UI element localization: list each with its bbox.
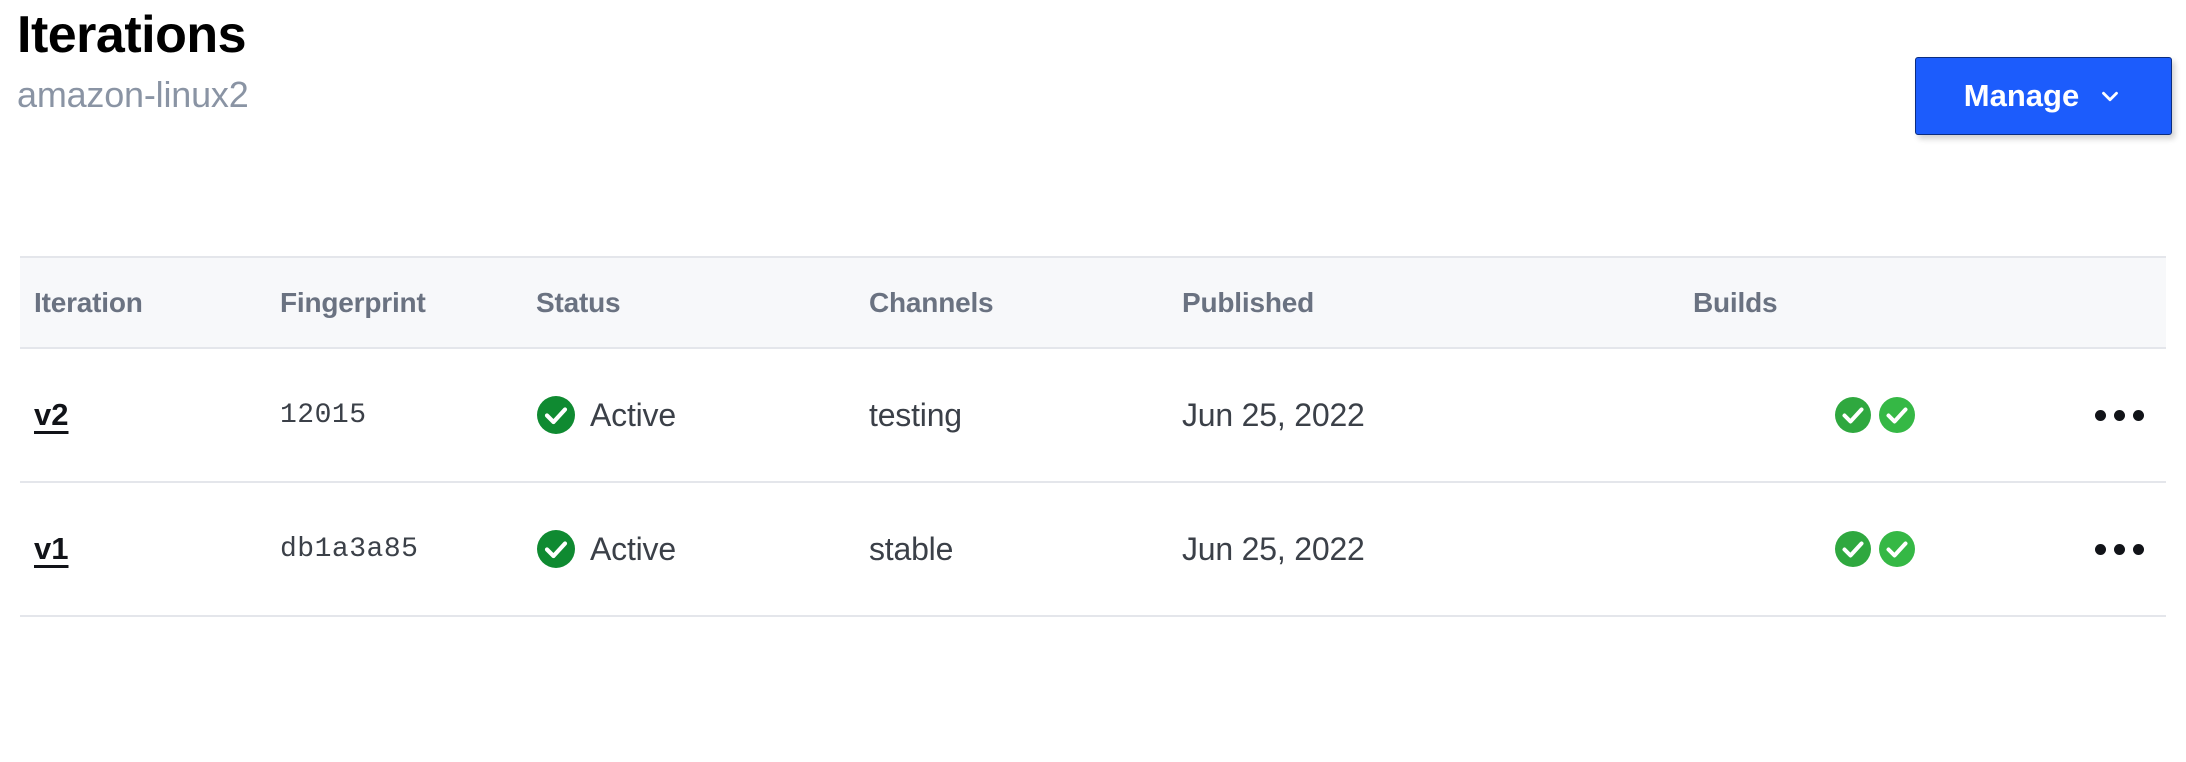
page-subtitle: amazon-linux2 bbox=[17, 73, 249, 116]
cell-status: Active bbox=[536, 395, 869, 435]
published-date: Jun 25, 2022 bbox=[1182, 397, 1365, 433]
column-header-fingerprint: Fingerprint bbox=[280, 287, 536, 319]
chevron-down-icon bbox=[2097, 83, 2123, 109]
ellipsis-icon bbox=[2095, 544, 2106, 555]
iterations-table: Iteration Fingerprint Status Channels Pu… bbox=[20, 256, 2166, 617]
cell-channels: stable bbox=[869, 531, 1182, 568]
cell-fingerprint: 12015 bbox=[280, 400, 536, 431]
table-header-row: Iteration Fingerprint Status Channels Pu… bbox=[20, 256, 2166, 349]
published-date: Jun 25, 2022 bbox=[1182, 531, 1365, 567]
page-title: Iterations bbox=[17, 8, 246, 63]
row-actions-menu[interactable] bbox=[2073, 544, 2166, 555]
build-status-icon[interactable] bbox=[1834, 396, 1872, 434]
column-header-channels: Channels bbox=[869, 287, 1182, 319]
iterations-page: Iterations amazon-linux2 Manage Iteratio… bbox=[0, 0, 2186, 762]
ellipsis-icon bbox=[2133, 410, 2144, 421]
status-label: Active bbox=[590, 531, 676, 568]
table-row: v2 12015 Active testing Jun 25, 2022 bbox=[20, 349, 2166, 483]
ellipsis-icon bbox=[2114, 410, 2125, 421]
page-header: Iterations amazon-linux2 Manage bbox=[0, 0, 2186, 180]
ellipsis-icon bbox=[2095, 410, 2106, 421]
cell-channels: testing bbox=[869, 397, 1182, 434]
cell-iteration: v2 bbox=[20, 397, 280, 433]
fingerprint-value: 12015 bbox=[280, 400, 367, 431]
column-header-iteration: Iteration bbox=[20, 287, 280, 319]
status-label: Active bbox=[590, 397, 676, 434]
manage-button[interactable]: Manage bbox=[1915, 57, 2172, 135]
cell-iteration: v1 bbox=[20, 531, 280, 567]
channel-label: testing bbox=[869, 397, 962, 433]
column-header-published: Published bbox=[1182, 287, 1693, 319]
build-status-icon[interactable] bbox=[1878, 530, 1916, 568]
cell-builds bbox=[1693, 396, 2073, 434]
iteration-link[interactable]: v1 bbox=[34, 531, 68, 566]
cell-fingerprint: db1a3a85 bbox=[280, 534, 536, 565]
cell-published: Jun 25, 2022 bbox=[1182, 397, 1693, 434]
ellipsis-icon bbox=[2114, 544, 2125, 555]
channel-label: stable bbox=[869, 531, 953, 567]
cell-builds bbox=[1693, 530, 2073, 568]
table-row: v1 db1a3a85 Active stable Jun 25, 2022 bbox=[20, 483, 2166, 617]
column-header-status: Status bbox=[536, 287, 869, 319]
check-circle-icon bbox=[536, 529, 576, 569]
cell-status: Active bbox=[536, 529, 869, 569]
check-circle-icon bbox=[536, 395, 576, 435]
column-header-builds: Builds bbox=[1693, 287, 2073, 319]
iteration-link[interactable]: v2 bbox=[34, 397, 68, 432]
build-status-icon[interactable] bbox=[1834, 530, 1872, 568]
ellipsis-icon bbox=[2133, 544, 2144, 555]
fingerprint-value: db1a3a85 bbox=[280, 534, 418, 565]
cell-published: Jun 25, 2022 bbox=[1182, 531, 1693, 568]
manage-button-label: Manage bbox=[1964, 78, 2079, 114]
row-actions-menu[interactable] bbox=[2073, 410, 2166, 421]
build-status-icon[interactable] bbox=[1878, 396, 1916, 434]
